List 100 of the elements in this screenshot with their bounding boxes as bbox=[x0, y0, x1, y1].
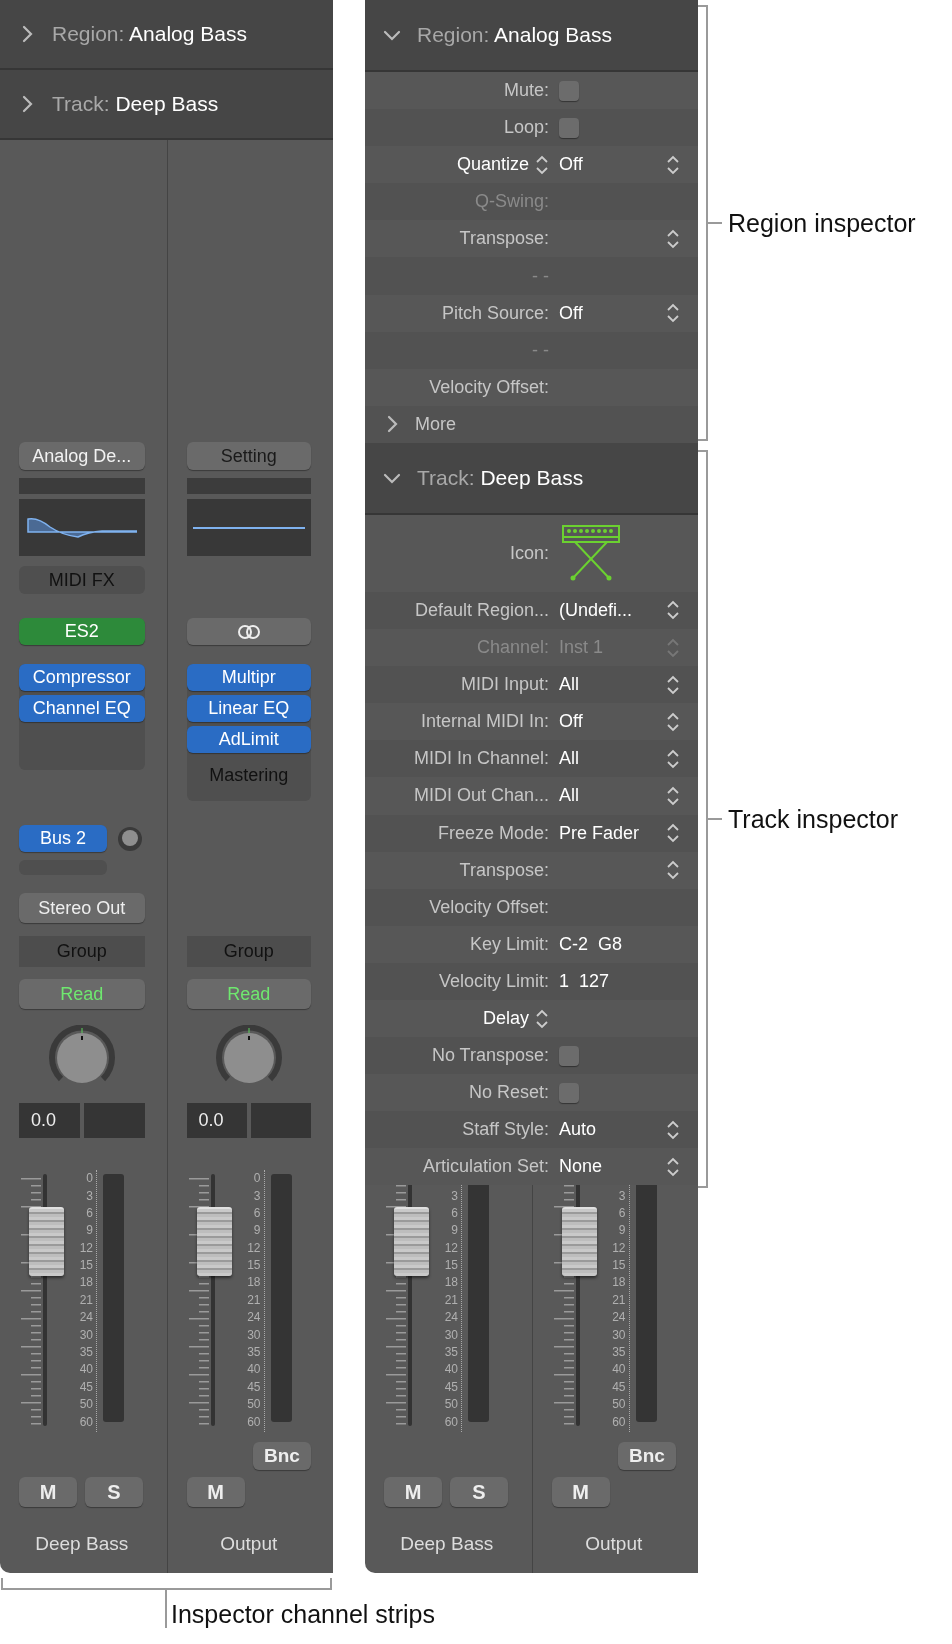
scale-label: 21 bbox=[78, 1291, 93, 1309]
output-slot[interactable]: Stereo Out bbox=[19, 893, 145, 923]
field-value[interactable]: All bbox=[559, 785, 666, 807]
stepper-icon[interactable] bbox=[666, 822, 680, 845]
header-title: Track: Deep Bass bbox=[417, 465, 584, 490]
send-slot[interactable]: Bus 2 bbox=[19, 825, 107, 852]
scale-label: 9 bbox=[252, 1222, 261, 1240]
checkbox[interactable] bbox=[559, 1082, 579, 1103]
field-value[interactable]: Pre Fader bbox=[559, 822, 666, 844]
scale-label: 9 bbox=[617, 1222, 626, 1240]
callout-label: Track inspector bbox=[727, 804, 898, 834]
automation-button[interactable]: Read bbox=[186, 979, 311, 1009]
scale-label: 45 bbox=[611, 1378, 626, 1396]
bounce-button[interactable]: Bnc bbox=[618, 1442, 676, 1470]
field-label: Articulation Set: bbox=[422, 1156, 549, 1178]
fader-handle[interactable] bbox=[561, 1206, 597, 1276]
mute-button[interactable]: M bbox=[19, 1477, 77, 1507]
field-value[interactable]: None bbox=[559, 1156, 666, 1178]
scale-label: 21 bbox=[246, 1291, 261, 1309]
scale-label: 6 bbox=[617, 1204, 626, 1222]
field-label: Default Region... bbox=[414, 600, 549, 621]
instrument-slot[interactable]: ES2 bbox=[19, 618, 145, 645]
peak-display bbox=[250, 1103, 311, 1138]
stepper-icon[interactable] bbox=[666, 784, 680, 807]
stepper-icon[interactable] bbox=[666, 227, 680, 250]
fader-handle[interactable] bbox=[394, 1206, 429, 1276]
inspector-header[interactable]: Region: Analog Bass bbox=[365, 0, 698, 72]
inspector-header[interactable]: Track: Deep Bass bbox=[365, 442, 698, 515]
stepper-icon[interactable] bbox=[666, 599, 680, 622]
scale-label: 15 bbox=[443, 1257, 458, 1275]
field-label: Transpose: bbox=[459, 859, 549, 881]
header-title: Region: Analog Bass bbox=[417, 23, 612, 47]
field-value[interactable]: Auto bbox=[559, 1119, 666, 1141]
scale-label: 0 bbox=[85, 1170, 93, 1188]
input-slot[interactable] bbox=[186, 478, 311, 494]
scale-label: 40 bbox=[443, 1361, 458, 1379]
fader-handle[interactable] bbox=[29, 1206, 64, 1276]
leader-line bbox=[165, 1590, 167, 1628]
scale-label: 45 bbox=[443, 1378, 458, 1396]
automation-button[interactable]: Read bbox=[19, 979, 145, 1009]
preset-button[interactable]: Analog De... bbox=[19, 442, 145, 470]
field-value[interactable]: (Undefi... bbox=[559, 600, 666, 621]
preset-button[interactable]: Setting bbox=[186, 442, 311, 470]
keyboard-stand-icon[interactable] bbox=[561, 524, 621, 583]
stepper-icon[interactable] bbox=[666, 302, 680, 325]
field-value[interactable]: Off bbox=[559, 302, 666, 324]
parameter-menu[interactable]: Delay bbox=[482, 1008, 529, 1029]
stepper-icon[interactable] bbox=[666, 1118, 680, 1141]
stepper-icon[interactable] bbox=[535, 1007, 549, 1030]
plugin-slot[interactable]: Compressor bbox=[19, 664, 145, 691]
field-label: Icon: bbox=[509, 542, 549, 564]
field-value[interactable]: C-2 G8 bbox=[559, 933, 680, 955]
plugin-slot[interactable]: Multipr bbox=[186, 664, 311, 691]
scale-label: 35 bbox=[443, 1344, 458, 1362]
checkbox[interactable] bbox=[559, 80, 579, 101]
plugin-slot[interactable]: Linear EQ bbox=[186, 695, 311, 722]
stepper-icon[interactable] bbox=[666, 673, 680, 696]
scale-label: 50 bbox=[443, 1396, 458, 1414]
stepper-icon[interactable] bbox=[666, 153, 680, 176]
inspector-header[interactable]: Region: Analog Bass bbox=[0, 0, 333, 70]
field-value[interactable]: All bbox=[559, 748, 666, 770]
eq-display[interactable] bbox=[19, 499, 145, 556]
scale-label: 24 bbox=[78, 1309, 93, 1327]
parameter-menu[interactable]: Quantize bbox=[456, 154, 529, 176]
field-value[interactable]: Off bbox=[559, 711, 666, 733]
volume-field[interactable]: 0.0 bbox=[19, 1103, 80, 1138]
volume-field[interactable]: 0.0 bbox=[186, 1103, 247, 1138]
field-value[interactable]: Off bbox=[559, 154, 666, 176]
mute-button[interactable]: M bbox=[186, 1477, 245, 1507]
scale-label: 30 bbox=[78, 1326, 93, 1344]
scale-label: 6 bbox=[85, 1204, 93, 1222]
scale-label: 12 bbox=[246, 1239, 261, 1257]
fx-chain-label: Mastering bbox=[208, 763, 290, 787]
stepper-icon[interactable] bbox=[666, 747, 680, 770]
link-button[interactable] bbox=[186, 618, 311, 645]
mute-button[interactable]: M bbox=[384, 1477, 442, 1507]
fader-handle[interactable] bbox=[196, 1206, 232, 1276]
stepper-icon[interactable] bbox=[666, 710, 680, 733]
inspector-header[interactable]: Track: Deep Bass bbox=[0, 70, 333, 140]
plugin-slot[interactable]: AdLimit bbox=[186, 726, 311, 753]
field-value[interactable]: All bbox=[559, 674, 666, 696]
more-disclosure[interactable]: More bbox=[415, 413, 456, 435]
peak-display bbox=[83, 1103, 145, 1138]
bounce-button[interactable]: Bnc bbox=[253, 1442, 311, 1470]
mute-button[interactable]: M bbox=[551, 1477, 610, 1507]
stepper-icon[interactable] bbox=[666, 859, 680, 882]
stepper-icon[interactable] bbox=[666, 1155, 680, 1178]
checkbox[interactable] bbox=[559, 1045, 579, 1066]
solo-button[interactable]: S bbox=[85, 1477, 143, 1507]
scale-label: 24 bbox=[611, 1309, 626, 1327]
input-slot[interactable] bbox=[19, 478, 145, 494]
checkbox[interactable] bbox=[559, 117, 579, 138]
stepper-icon[interactable] bbox=[535, 153, 549, 176]
field-value[interactable]: 1 127 bbox=[559, 970, 680, 992]
scale-label: 18 bbox=[611, 1274, 626, 1292]
eq-display[interactable] bbox=[186, 499, 311, 556]
scale-label: 30 bbox=[246, 1326, 261, 1344]
solo-button[interactable]: S bbox=[450, 1477, 508, 1507]
plugin-slot[interactable]: Channel EQ bbox=[19, 695, 145, 722]
send-knob[interactable] bbox=[117, 825, 143, 852]
